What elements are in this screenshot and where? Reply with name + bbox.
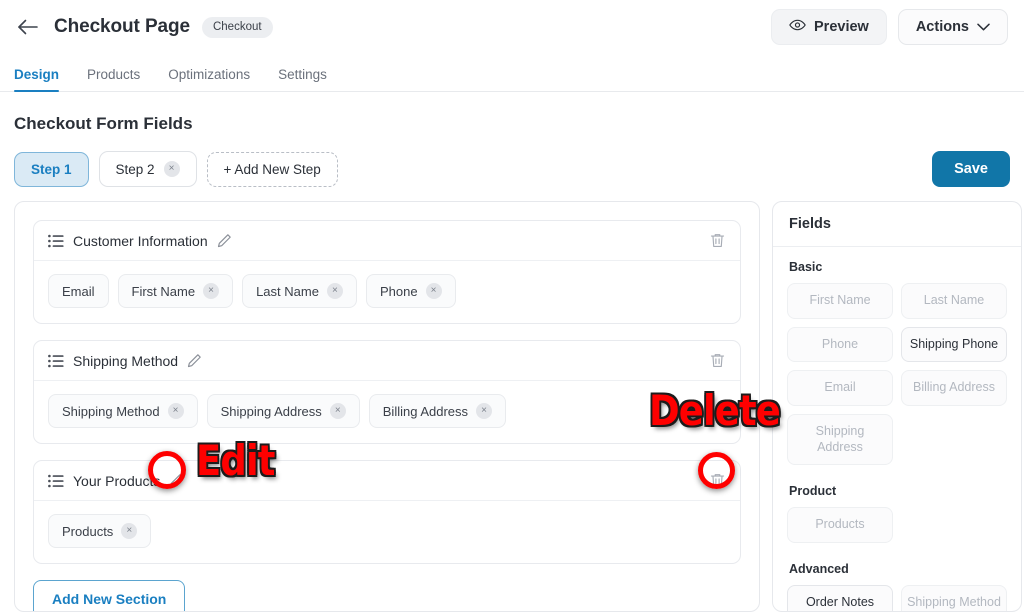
tab-settings[interactable]: Settings — [278, 67, 327, 91]
section-title: Customer Information — [73, 232, 208, 249]
list-icon[interactable] — [48, 234, 64, 248]
section-header: Shipping Method — [34, 341, 740, 381]
section-card-your-products: Your Products Products × — [33, 460, 741, 564]
form-canvas: Customer Information Email First Name × … — [14, 201, 760, 612]
field-chip[interactable]: Email — [48, 274, 109, 308]
form-heading: Checkout Form Fields — [14, 114, 193, 133]
field-chip[interactable]: Phone × — [365, 274, 456, 308]
remove-field-icon[interactable]: × — [329, 403, 346, 419]
field-group-label-basic: Basic — [789, 260, 823, 274]
remove-field-icon[interactable]: × — [425, 283, 442, 299]
tab-bar: Design Products Optimizations Settings — [0, 54, 1024, 92]
chevron-down-icon — [977, 19, 990, 35]
step-tab-1-label: Step 1 — [31, 161, 72, 177]
remove-field-icon[interactable]: × — [203, 283, 220, 299]
save-button[interactable]: Save — [932, 151, 1010, 187]
panel-field-order-notes[interactable]: Order Notes — [787, 584, 893, 611]
field-group-advanced: Order Notes Shipping Method — [787, 584, 1007, 611]
field-chip-label: Shipping Method — [62, 403, 160, 419]
fields-panel-body: Basic First Name Last Name Phone Shippin… — [773, 247, 1021, 611]
page-title: Checkout Page — [54, 16, 190, 37]
tab-products[interactable]: Products — [87, 67, 140, 91]
field-group-label-advanced: Advanced — [789, 561, 849, 576]
field-group-product: Products — [787, 507, 1007, 543]
panel-field-last-name[interactable]: Last Name — [901, 283, 1007, 319]
preview-label: Preview — [814, 19, 869, 35]
field-chip-label: Last Name — [256, 283, 319, 299]
list-icon[interactable] — [48, 354, 64, 368]
section-card-shipping-method: Shipping Method Shipping Method × Shippi… — [33, 340, 741, 444]
step-tab-1[interactable]: Step 1 — [14, 151, 89, 187]
actions-label: Actions — [915, 19, 969, 35]
field-chip[interactable]: Billing Address × — [368, 394, 507, 428]
panel-field-shipping-phone[interactable]: Shipping Phone — [901, 326, 1007, 363]
section-fields: Products × — [34, 501, 740, 563]
field-chip-label: Email — [62, 283, 95, 299]
field-group-basic: First Name Last Name Phone Shipping Phon… — [787, 283, 1007, 466]
panel-field-email[interactable]: Email — [787, 370, 893, 406]
step-tab-2[interactable]: Step 2 × — [98, 151, 197, 187]
eye-icon — [789, 19, 806, 35]
remove-field-icon[interactable]: × — [476, 403, 493, 419]
editor-body: Customer Information Email First Name × … — [0, 187, 1024, 612]
field-chip-label: Phone — [379, 283, 418, 299]
panel-field-first-name[interactable]: First Name — [787, 283, 893, 319]
step-tab-row: Step 1 Step 2 × + Add New Step Save — [0, 134, 1024, 187]
section-title: Your Products — [73, 472, 161, 489]
panel-field-billing-address[interactable]: Billing Address — [901, 370, 1007, 406]
add-new-section-button[interactable]: Add New Section — [33, 580, 186, 611]
remove-field-icon[interactable]: × — [326, 283, 343, 299]
field-chip[interactable]: Shipping Method × — [48, 394, 198, 428]
section-card-customer-information: Customer Information Email First Name × … — [33, 220, 741, 324]
step-tab-2-label: Step 2 — [115, 161, 155, 177]
preview-button[interactable]: Preview — [771, 9, 887, 45]
delete-trash-icon[interactable] — [709, 352, 726, 369]
panel-field-products[interactable]: Products — [787, 507, 893, 543]
field-chip-label: Products — [62, 523, 114, 539]
section-fields: Shipping Method × Shipping Address × Bil… — [34, 381, 740, 443]
field-chip[interactable]: Shipping Address × — [206, 394, 360, 428]
actions-button[interactable]: Actions — [897, 9, 1008, 45]
section-fields: Email First Name × Last Name × Phone × — [34, 261, 740, 323]
section-header: Your Products — [34, 461, 740, 501]
field-chip[interactable]: Products × — [48, 514, 152, 548]
field-chip-label: Shipping Address — [220, 403, 322, 419]
list-icon[interactable] — [48, 474, 64, 488]
field-chip-label: Billing Address — [382, 403, 469, 419]
top-bar: Checkout Page Checkout Preview Actions — [0, 0, 1024, 54]
edit-pencil-icon[interactable] — [217, 233, 232, 248]
panel-field-phone[interactable]: Phone — [787, 326, 893, 363]
fields-panel: Fields Basic First Name Last Name Phone … — [772, 201, 1022, 612]
edit-pencil-your-products[interactable] — [169, 473, 184, 488]
tab-optimizations[interactable]: Optimizations — [168, 67, 250, 91]
field-chip-label: First Name — [131, 283, 196, 299]
top-bar-actions: Preview Actions — [771, 9, 1008, 45]
remove-field-icon[interactable]: × — [167, 403, 184, 419]
remove-step-2-icon[interactable]: × — [163, 161, 180, 177]
field-chip[interactable]: First Name × — [117, 274, 234, 308]
remove-field-icon[interactable]: × — [121, 523, 138, 539]
field-group-label-product: Product — [789, 484, 837, 499]
field-chip[interactable]: Last Name × — [242, 274, 357, 308]
panel-field-shipping-address[interactable]: Shipping Address — [787, 413, 893, 466]
back-arrow-icon[interactable] — [14, 13, 42, 41]
panel-field-shipping-method[interactable]: Shipping Method — [901, 584, 1007, 611]
tab-design[interactable]: Design — [14, 67, 60, 92]
page-type-badge: Checkout — [201, 16, 273, 38]
section-header: Customer Information — [34, 221, 740, 261]
edit-pencil-icon[interactable] — [187, 353, 202, 368]
fields-panel-title: Fields — [773, 202, 1021, 247]
add-new-step-button[interactable]: + Add New Step — [206, 151, 338, 187]
delete-trash-your-products[interactable] — [709, 472, 726, 489]
section-title: Shipping Method — [73, 352, 179, 369]
delete-trash-icon[interactable] — [709, 232, 726, 249]
